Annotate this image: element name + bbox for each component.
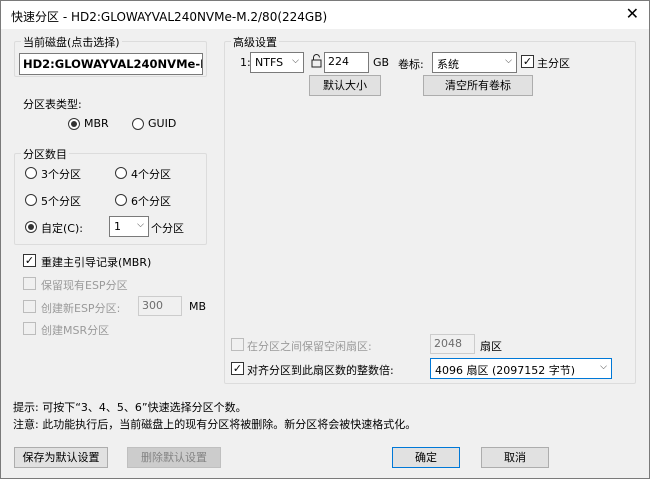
chevron-down-icon: ⌵ xyxy=(292,56,299,66)
quick-partition-dialog: 快速分区 - HD2:GLOWAYVAL240NVMe-M.2/80(224GB… xyxy=(0,0,650,479)
label-6-partitions[interactable]: 6个分区 xyxy=(131,193,171,209)
custom-count-select[interactable]: 1 ⌵ xyxy=(109,216,149,237)
primary-partition-checkbox[interactable]: ✓ xyxy=(521,55,534,68)
chevron-down-icon: ⌵ xyxy=(505,56,512,66)
esp-size-field[interactable]: 300 xyxy=(138,296,182,316)
radio-6-partitions[interactable] xyxy=(115,194,127,206)
chevron-down-icon: ⌵ xyxy=(137,220,144,230)
esp-unit: MB xyxy=(189,300,207,313)
default-size-button[interactable]: 默认大小 xyxy=(309,75,381,96)
create-msr-checkbox[interactable] xyxy=(23,322,36,335)
mbr-label[interactable]: MBR xyxy=(84,117,109,130)
create-msr-label[interactable]: 创建MSR分区 xyxy=(41,322,109,338)
save-default-button[interactable]: 保存为默认设置 xyxy=(14,447,108,468)
reserve-sectors-field[interactable]: 2048 xyxy=(430,334,475,354)
lock-icon[interactable] xyxy=(309,53,323,69)
custom-suffix: 个分区 xyxy=(151,222,184,235)
close-icon[interactable]: ✕ xyxy=(626,5,639,23)
current-disk-field[interactable]: HD2:GLOWAYVAL240NVMe-M.2/ xyxy=(19,53,203,75)
reserve-sectors-unit: 扇区 xyxy=(480,340,502,353)
ok-button[interactable]: 确定 xyxy=(392,447,460,468)
rebuild-mbr-label[interactable]: 重建主引导记录(MBR) xyxy=(41,254,151,270)
radio-5-partitions[interactable] xyxy=(25,194,37,206)
window-title: 快速分区 - HD2:GLOWAYVAL240NVMe-M.2/80(224GB… xyxy=(11,10,328,24)
keep-esp-checkbox[interactable] xyxy=(23,277,36,290)
reserve-sectors-label[interactable]: 在分区之间保留空闲扇区: xyxy=(247,338,372,354)
align-sectors-select[interactable]: 4096 扇区 (2097152 字节) ⌵ xyxy=(430,358,612,379)
volume-label-caption: 卷标: xyxy=(398,58,424,71)
partition-count-label: 分区数目 xyxy=(21,146,69,162)
filesystem-value: NTFS xyxy=(255,56,284,69)
label-5-partitions[interactable]: 5个分区 xyxy=(41,193,81,209)
clear-labels-button[interactable]: 清空所有卷标 xyxy=(423,75,533,96)
label-3-partitions[interactable]: 3个分区 xyxy=(41,166,81,182)
current-disk-label: 当前磁盘(点击选择) xyxy=(21,34,122,50)
size-unit: GB xyxy=(373,56,390,69)
volume-label-select[interactable]: 系统 ⌵ xyxy=(432,52,517,73)
guid-radio[interactable] xyxy=(132,118,144,130)
title-bar: 快速分区 - HD2:GLOWAYVAL240NVMe-M.2/80(224GB… xyxy=(1,1,649,29)
reserve-sectors-checkbox[interactable] xyxy=(231,338,244,351)
primary-partition-label[interactable]: 主分区 xyxy=(537,55,570,71)
label-4-partitions[interactable]: 4个分区 xyxy=(131,166,171,182)
warning-line: 注意: 此功能执行后，当前磁盘上的现有分区将被删除。新分区将会被快速格式化。 xyxy=(13,418,417,431)
create-esp-checkbox[interactable] xyxy=(23,300,36,313)
radio-3-partitions[interactable] xyxy=(25,167,37,179)
align-partitions-checkbox[interactable]: ✓ xyxy=(231,362,244,375)
chevron-down-icon: ⌵ xyxy=(600,362,607,372)
create-esp-label[interactable]: 创建新ESP分区: xyxy=(41,300,120,316)
partition-table-label: 分区表类型: xyxy=(23,98,82,111)
radio-4-partitions[interactable] xyxy=(115,167,127,179)
volume-label-value: 系统 xyxy=(437,58,459,71)
advanced-settings-label: 高级设置 xyxy=(231,34,279,50)
align-partitions-label[interactable]: 对齐分区到此扇区数的整数倍: xyxy=(247,362,394,378)
size-field[interactable]: 224 xyxy=(324,52,369,73)
rebuild-mbr-checkbox[interactable]: ✓ xyxy=(23,254,36,267)
keep-esp-label[interactable]: 保留现有ESP分区 xyxy=(41,277,128,293)
cancel-button[interactable]: 取消 xyxy=(481,447,549,468)
filesystem-select[interactable]: NTFS ⌵ xyxy=(250,52,304,73)
mbr-radio[interactable] xyxy=(68,118,80,130)
radio-custom[interactable] xyxy=(25,221,37,233)
custom-count-value: 1 xyxy=(114,220,121,233)
hint-line: 提示: 可按下“3、4、5、6”快速选择分区个数。 xyxy=(13,401,247,414)
delete-default-button[interactable]: 删除默认设置 xyxy=(127,447,221,468)
align-sectors-value: 4096 扇区 (2097152 字节) xyxy=(435,364,576,377)
guid-label[interactable]: GUID xyxy=(148,117,176,130)
custom-label[interactable]: 自定(C): xyxy=(41,220,83,236)
